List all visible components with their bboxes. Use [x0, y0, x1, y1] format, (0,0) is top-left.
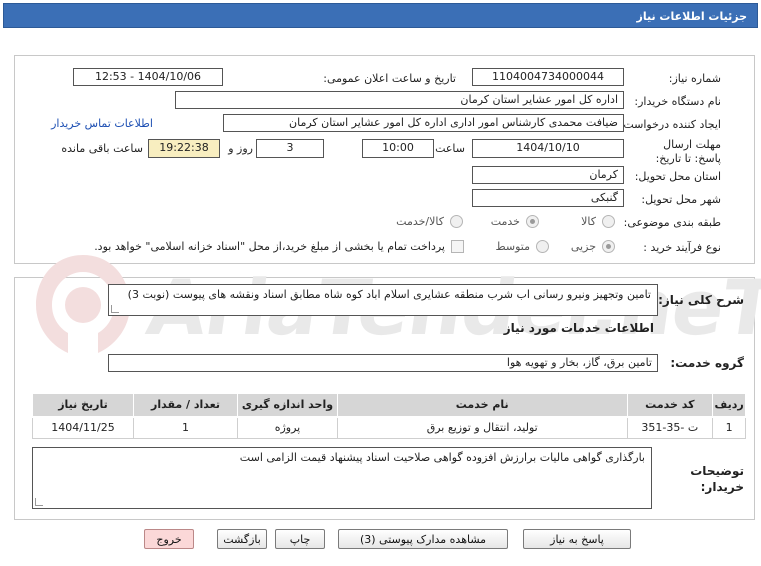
table-header-row: ردیف کد خدمت نام خدمت واحد اندازه گیری ت… — [32, 393, 746, 418]
city-label: شهر محل تحویل: — [641, 193, 721, 206]
cell-quantity: 1 — [133, 416, 238, 439]
exit-button[interactable]: خروج — [144, 529, 194, 549]
col-header-need-date: تاریخ نیاز — [32, 393, 134, 418]
col-header-unit: واحد اندازه گیری — [237, 393, 338, 418]
days-remaining-field: 3 — [256, 139, 324, 158]
radio-selected-icon — [526, 215, 539, 228]
services-section-title: اطلاعات خدمات مورد نیاز — [503, 321, 654, 335]
cell-row-number: 1 — [712, 416, 746, 439]
creator-field: ضیافت محمدی کارشناس امور اداری اداره کل … — [223, 114, 624, 132]
category-option-label: کالا/خدمت — [396, 215, 444, 228]
creator-label: ایجاد کننده درخواست: — [619, 118, 721, 131]
print-button[interactable]: چاپ — [275, 529, 325, 549]
col-header-service-code: کد خدمت — [626, 393, 714, 418]
process-option-label: متوسط — [495, 240, 530, 253]
view-attachments-button[interactable]: مشاهده مدارک پیوستی (3) — [338, 529, 508, 549]
treasury-payment-checkbox[interactable]: پرداخت تمام یا بخشی از مبلغ خرید،از محل … — [94, 240, 464, 253]
buyer-org-field: اداره کل امور عشایر استان کرمان — [175, 91, 624, 109]
col-header-quantity: تعداد / مقدار — [133, 393, 238, 418]
summary-textarea[interactable]: تامین وتجهیز ونیرو رسانی اب شرب منطقه عش… — [108, 284, 658, 316]
buyer-notes-text: بارگذاری گواهی مالیات برارزش افزوده گواه… — [239, 451, 645, 464]
category-radio-goods[interactable]: کالا — [581, 215, 615, 228]
deadline-time-field: 10:00 — [362, 139, 434, 158]
category-option-label: کالا — [581, 215, 596, 228]
deadline-date-field: 1404/10/10 — [472, 139, 624, 158]
radio-icon — [536, 240, 549, 253]
process-option-label: جزیی — [570, 240, 596, 253]
deadline-time-label: ساعت — [435, 142, 465, 155]
remaining-time-field: 19:22:38 — [148, 139, 220, 158]
radio-icon — [602, 215, 615, 228]
resize-grip-icon[interactable] — [35, 498, 43, 506]
announce-date-field: 1404/10/06 - 12:53 — [73, 68, 223, 86]
city-field: گنبکی — [472, 189, 624, 207]
service-group-field: تامین برق، گاز، بخار و تهویه هوا — [108, 354, 658, 372]
radio-selected-icon — [602, 240, 615, 253]
col-header-row-number: ردیف — [712, 393, 746, 418]
category-option-label: خدمت — [490, 215, 520, 228]
services-table: ردیف کد خدمت نام خدمت واحد اندازه گیری ت… — [32, 393, 746, 439]
resize-grip-icon[interactable] — [111, 305, 119, 313]
province-label: استان محل تحویل: — [634, 170, 721, 183]
service-group-label: گروه خدمت: — [670, 356, 744, 370]
reply-button[interactable]: پاسخ به نیاز — [523, 529, 631, 549]
buyer-notes-textarea[interactable]: بارگذاری گواهی مالیات برارزش افزوده گواه… — [32, 447, 652, 509]
summary-label: شرح کلی نیاز: — [658, 293, 744, 307]
remaining-time-label: ساعت باقی مانده — [61, 142, 143, 155]
announce-date-label: تاریخ و ساعت اعلان عمومی: — [323, 72, 456, 85]
buyer-org-label: نام دستگاه خریدار: — [634, 95, 721, 108]
radio-icon — [450, 215, 463, 228]
category-radio-service[interactable]: خدمت — [491, 215, 539, 228]
need-number-label: شماره نیاز: — [668, 72, 721, 85]
need-number-field: 1104004734000044 — [472, 68, 624, 86]
buyer-notes-label: توضیحات خریدار: — [690, 464, 744, 494]
process-type-label: نوع فرآیند خرید : — [643, 241, 721, 254]
process-radio-minor[interactable]: جزیی — [571, 240, 615, 253]
province-field: کرمان — [472, 166, 624, 184]
summary-text: تامین وتجهیز ونیرو رسانی اب شرب منطقه عش… — [127, 288, 651, 301]
process-radio-medium[interactable]: متوسط — [495, 240, 549, 253]
buyer-contact-link[interactable]: اطلاعات تماس خریدار — [51, 117, 153, 130]
table-row: 1 ت -35-351 تولید، انتقال و توزیع برق پر… — [32, 416, 746, 439]
checkbox-icon — [451, 240, 464, 253]
cell-service-name: تولید، انتقال و توزیع برق — [336, 416, 628, 439]
page-title: جزئیات اطلاعات نیاز — [3, 3, 758, 28]
col-header-service-name: نام خدمت — [336, 393, 628, 418]
treasury-payment-note: پرداخت تمام یا بخشی از مبلغ خرید،از محل … — [94, 240, 445, 253]
cell-service-code: ت -35-351 — [626, 416, 714, 439]
back-button[interactable]: بازگشت — [217, 529, 267, 549]
category-label: طبقه بندی موضوعی: — [623, 216, 721, 229]
cell-need-date: 1404/11/25 — [32, 416, 134, 439]
need-details-page: جزئیات اطلاعات نیاز AriaTender.neT شماره… — [0, 0, 761, 566]
deadline-label: مهلت ارسال پاسخ: تا تاریخ: — [655, 138, 721, 165]
category-radio-goods-service[interactable]: کالا/خدمت — [396, 215, 463, 228]
cell-unit: پروژه — [237, 416, 338, 439]
days-label: روز و — [228, 142, 253, 155]
